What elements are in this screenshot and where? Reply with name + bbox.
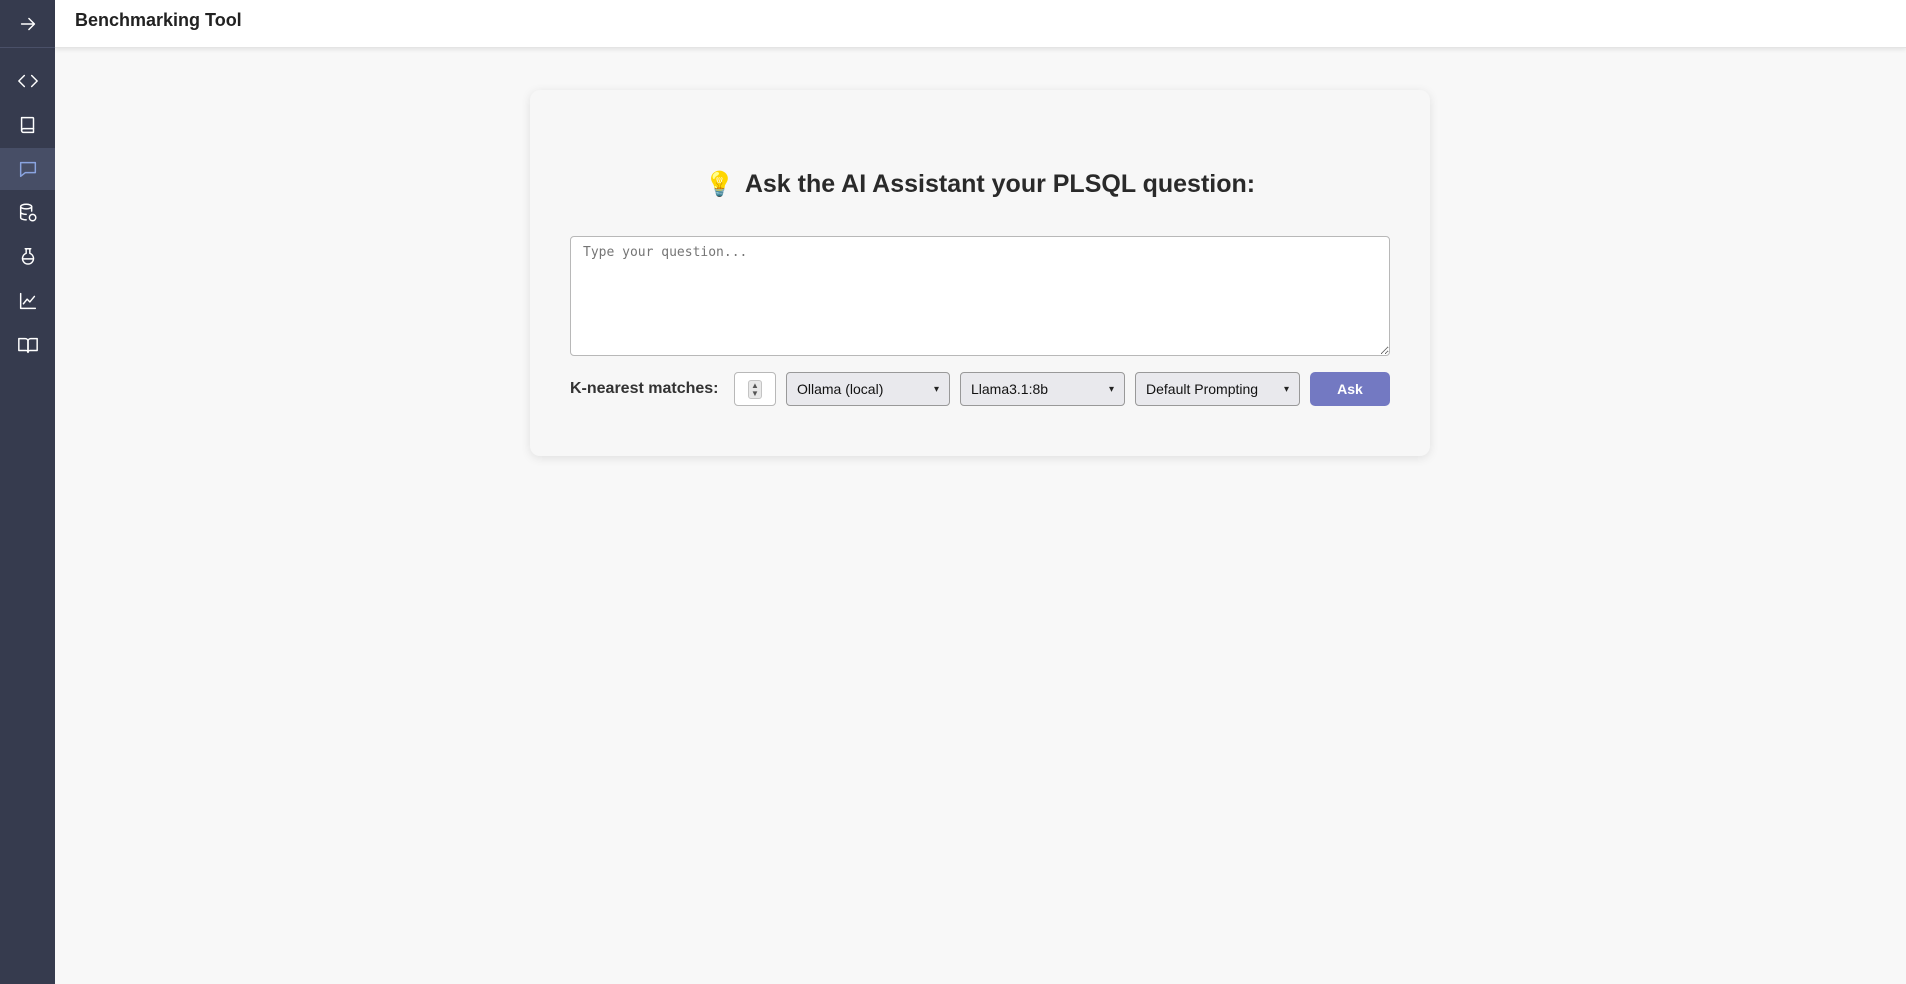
sidebar-item-lab[interactable] bbox=[0, 236, 55, 278]
sidebar-item-chart[interactable] bbox=[0, 280, 55, 322]
provider-select[interactable]: Ollama (local) ▾ bbox=[786, 372, 950, 406]
sidebar bbox=[0, 0, 55, 984]
prompting-select[interactable]: Default Prompting ▾ bbox=[1135, 372, 1300, 406]
flask-icon bbox=[21, 248, 34, 265]
arrow-right-icon bbox=[20, 17, 35, 30]
prompting-selected: Default Prompting bbox=[1146, 381, 1259, 397]
heading-text: Ask the AI Assistant your PLSQL question… bbox=[744, 170, 1256, 198]
app-title: Benchmarking Tool bbox=[75, 10, 242, 30]
sidebar-item-docs[interactable] bbox=[0, 324, 55, 366]
k-nearest-label: K-nearest matches: bbox=[570, 380, 719, 397]
chat-icon bbox=[19, 161, 36, 178]
code-icon bbox=[17, 74, 38, 88]
sidebar-item-book[interactable] bbox=[0, 104, 55, 146]
model-selected: Llama3.1:8b bbox=[971, 381, 1049, 397]
k-nearest-input[interactable]: ▲ ▼ bbox=[734, 372, 776, 406]
sidebar-item-database[interactable] bbox=[0, 192, 55, 234]
provider-selected: Ollama (local) bbox=[797, 381, 884, 397]
chevron-down-icon: ▾ bbox=[933, 383, 939, 395]
page-heading: 💡 Ask the AI Assistant your PLSQL questi… bbox=[530, 170, 1430, 199]
top-bar: Benchmarking Tool bbox=[55, 0, 1906, 48]
book-icon bbox=[20, 116, 34, 134]
question-input[interactable] bbox=[570, 236, 1390, 356]
open-book-icon bbox=[17, 337, 38, 354]
controls-row: K-nearest matches: ▲ ▼ Ollama (local) ▾ L… bbox=[570, 372, 1390, 406]
sidebar-item-code[interactable] bbox=[0, 60, 55, 102]
lightbulb-icon: 💡 bbox=[704, 171, 735, 198]
model-select[interactable]: Llama3.1:8b ▾ bbox=[960, 372, 1125, 406]
number-spinner[interactable]: ▲ ▼ bbox=[748, 380, 762, 399]
chevron-down-icon: ▾ bbox=[1108, 383, 1114, 395]
database-icon bbox=[19, 203, 37, 222]
chart-line-icon bbox=[19, 292, 36, 310]
ask-button[interactable]: Ask bbox=[1310, 372, 1390, 406]
chevron-down-icon: ▾ bbox=[1283, 383, 1289, 395]
question-card: 💡 Ask the AI Assistant your PLSQL questi… bbox=[530, 90, 1430, 456]
sidebar-toggle-button[interactable] bbox=[0, 0, 55, 48]
sidebar-item-chat[interactable] bbox=[0, 148, 55, 190]
